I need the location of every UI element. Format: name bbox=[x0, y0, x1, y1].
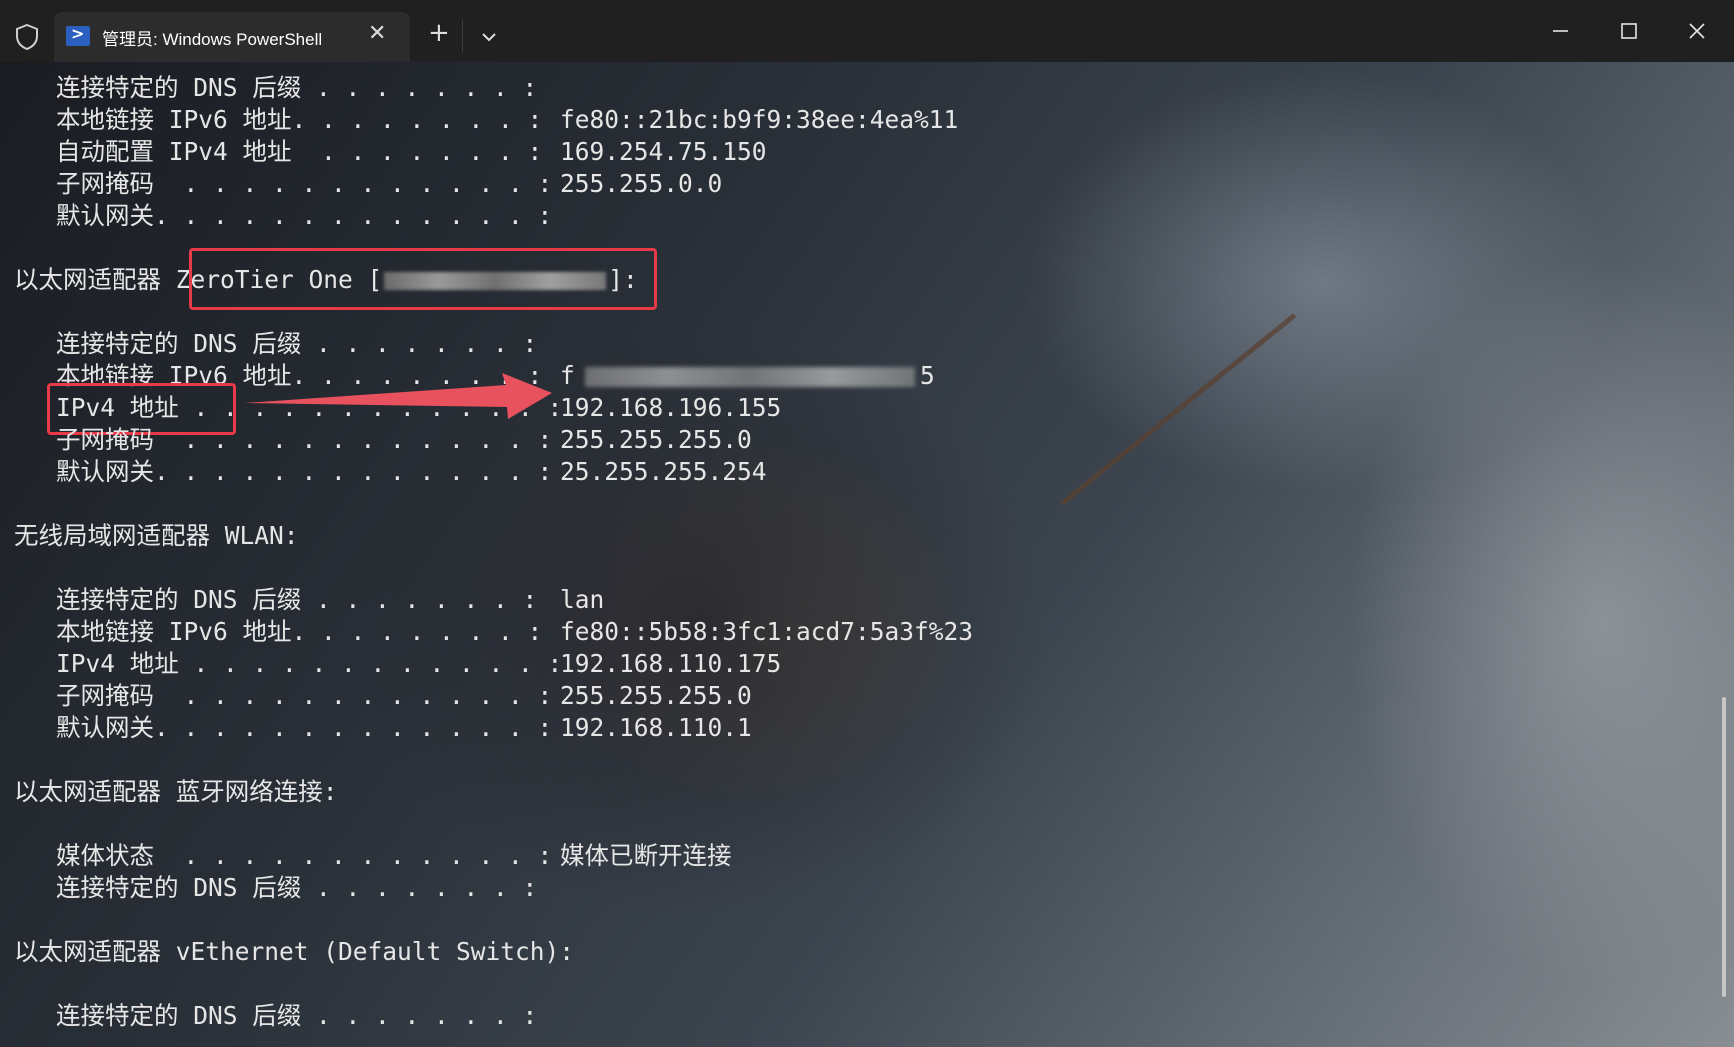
terminal-value: 媒体已断开连接 bbox=[560, 841, 732, 870]
terminal-line: 连接特定的 DNS 后缀 . . . . . . . : bbox=[56, 873, 538, 902]
terminal-value: 255.255.0.0 bbox=[560, 169, 723, 198]
plus-icon[interactable]: + bbox=[428, 20, 450, 46]
minimize-icon[interactable] bbox=[1535, 14, 1585, 48]
window-close-icon[interactable] bbox=[1672, 14, 1722, 48]
chevron-down-icon[interactable] bbox=[472, 22, 506, 52]
terminal-line: 默认网关. . . . . . . . . . . . . : bbox=[56, 201, 553, 230]
adapter-header-bluetooth: 以太网适配器 蓝牙网络连接: bbox=[14, 777, 338, 806]
tab-title: 管理员: Windows PowerShell bbox=[102, 30, 323, 49]
terminal-value: fe80::21bc:b9f9:38ee:4ea%11 bbox=[560, 105, 959, 134]
terminal-value: 192.168.110.175 bbox=[560, 649, 782, 678]
terminal-line: 连接特定的 DNS 后缀 . . . . . . . : bbox=[56, 329, 538, 358]
terminal-value: lan bbox=[560, 585, 605, 614]
terminal-line: 子网掩码 . . . . . . . . . . . . : bbox=[56, 681, 553, 710]
terminal-line: 默认网关. . . . . . . . . . . . . : bbox=[56, 457, 553, 486]
terminal-line: IPv4 地址 . . . . . . . . . . . . : bbox=[56, 649, 563, 678]
terminal-value: 25.255.255.254 bbox=[560, 457, 767, 486]
adapter-header-wlan: 无线局域网适配器 WLAN: bbox=[14, 521, 299, 550]
powershell-icon: > bbox=[66, 24, 90, 46]
terminal-line: 本地链接 IPv6 地址. . . . . . . . : bbox=[56, 617, 543, 646]
maximize-icon[interactable] bbox=[1603, 14, 1653, 48]
background-artwork bbox=[1060, 313, 1297, 506]
terminal-line: 默认网关. . . . . . . . . . . . . : bbox=[56, 713, 553, 742]
terminal-value: 255.255.255.0 bbox=[560, 681, 752, 710]
terminal-line: 连接特定的 DNS 后缀 . . . . . . . : bbox=[56, 1001, 538, 1030]
terminal-line: 子网掩码 . . . . . . . . . . . . : bbox=[56, 425, 553, 454]
terminal-value: fe80::5b58:3fc1:acd7:5a3f%23 bbox=[560, 617, 974, 646]
terminal-value: 255.255.255.0 bbox=[560, 425, 752, 454]
terminal-value: f bbox=[560, 361, 575, 390]
ipv4-value-highlighted: 192.168.196.155 bbox=[560, 393, 782, 422]
terminal-value: 169.254.75.150 bbox=[560, 137, 767, 166]
terminal-output[interactable]: 连接特定的 DNS 后缀 . . . . . . . : 本地链接 IPv6 地… bbox=[0, 62, 1734, 1047]
tab-powershell[interactable]: > 管理员: Windows PowerShell ✕ bbox=[54, 12, 410, 62]
terminal-value: 192.168.110.1 bbox=[560, 713, 752, 742]
terminal-line: 本地链接 IPv6 地址. . . . . . . . : bbox=[56, 105, 543, 134]
annotation-arrow-icon bbox=[244, 373, 552, 419]
terminal-line: 连接特定的 DNS 后缀 . . . . . . . : bbox=[56, 73, 538, 102]
terminal-line: 子网掩码 . . . . . . . . . . . . : bbox=[56, 169, 553, 198]
redacted-ipv6 bbox=[585, 367, 915, 387]
highlight-box-adapter bbox=[189, 248, 657, 310]
close-icon[interactable]: ✕ bbox=[368, 21, 386, 46]
tab-separator bbox=[462, 20, 463, 52]
terminal-value-tail: 5 bbox=[920, 361, 935, 390]
terminal-window: > 管理员: Windows PowerShell ✕ + 连接特定的 DNS … bbox=[0, 0, 1734, 1047]
terminal-line: 自动配置 IPv4 地址 . . . . . . . : bbox=[56, 137, 543, 166]
header-prefix: 以太网适配器 bbox=[14, 265, 176, 294]
scrollbar-thumb[interactable] bbox=[1722, 697, 1726, 997]
terminal-line: 连接特定的 DNS 后缀 . . . . . . . : bbox=[56, 585, 538, 614]
title-bar: > 管理员: Windows PowerShell ✕ + bbox=[0, 0, 1734, 62]
shield-icon bbox=[16, 23, 38, 51]
adapter-header-vethernet: 以太网适配器 vEthernet (Default Switch): bbox=[14, 937, 575, 966]
terminal-line: 媒体状态 . . . . . . . . . . . . : bbox=[56, 841, 553, 870]
